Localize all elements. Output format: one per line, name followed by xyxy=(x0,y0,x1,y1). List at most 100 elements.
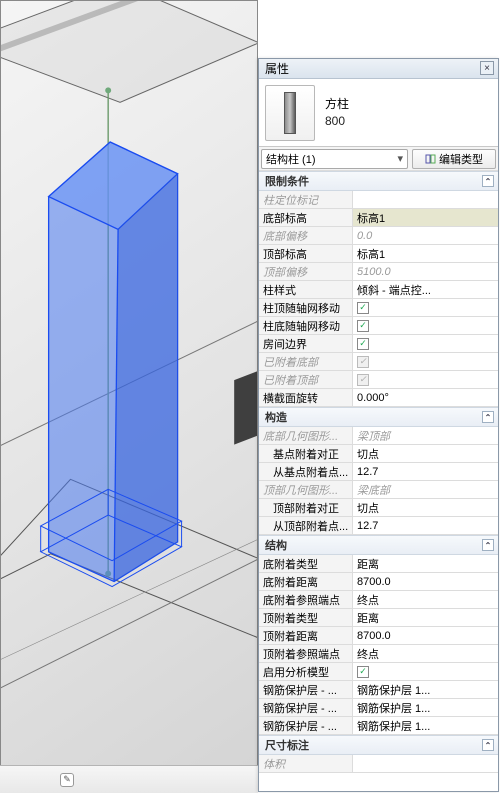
properties-title-text: 属性 xyxy=(265,60,289,77)
group-header-label: 限制条件 xyxy=(265,173,309,189)
property-value[interactable]: 倾斜 - 端点控... xyxy=(353,281,498,298)
category-dropdown[interactable]: 结构柱 (1) xyxy=(261,149,408,169)
property-row: 柱底随轴网移动✓ xyxy=(259,317,498,335)
property-label: 柱定位标记 xyxy=(259,191,353,208)
property-value xyxy=(353,191,498,208)
property-row: 柱定位标记 xyxy=(259,191,498,209)
property-label: 已附着顶部 xyxy=(259,371,353,388)
collapse-icon[interactable]: ⌃ xyxy=(482,539,494,551)
property-row: 柱样式倾斜 - 端点控... xyxy=(259,281,498,299)
property-label: 基点附着对正 xyxy=(259,445,353,462)
property-label: 底附着参照端点 xyxy=(259,591,353,608)
checkbox[interactable]: ✓ xyxy=(357,338,369,350)
property-value[interactable]: 12.7 xyxy=(353,463,498,480)
checkbox[interactable]: ✓ xyxy=(357,302,369,314)
property-value xyxy=(353,755,498,772)
status-icon[interactable] xyxy=(60,773,74,787)
property-row: 顶部标高标高1 xyxy=(259,245,498,263)
property-label: 顶附着类型 xyxy=(259,609,353,626)
checkbox: ✓ xyxy=(357,374,369,386)
property-label: 启用分析模型 xyxy=(259,663,353,680)
property-value[interactable]: ✓ xyxy=(353,663,498,680)
checkbox[interactable]: ✓ xyxy=(357,666,369,678)
property-value[interactable]: 12.7 xyxy=(353,517,498,534)
property-row: 顶部附着对正切点 xyxy=(259,499,498,517)
property-label: 底附着类型 xyxy=(259,555,353,572)
status-bar xyxy=(0,765,258,793)
property-row: 钢筋保护层 - ...钢筋保护层 1... xyxy=(259,681,498,699)
group-header[interactable]: 构造 ⌃ xyxy=(259,407,498,427)
close-button[interactable]: × xyxy=(480,61,494,75)
property-row: 底部标高标高1 xyxy=(259,209,498,227)
property-value: 梁底部 xyxy=(353,481,498,498)
category-row: 结构柱 (1) 编辑类型 xyxy=(259,147,498,171)
property-value: ✓ xyxy=(353,353,498,370)
property-value[interactable]: 距离 xyxy=(353,609,498,626)
property-value: 5100.0 xyxy=(353,263,498,280)
property-value[interactable]: 标高1 xyxy=(353,209,498,226)
property-row: 从基点附着点...12.7 xyxy=(259,463,498,481)
property-value[interactable]: 距离 xyxy=(353,555,498,572)
property-value[interactable]: 钢筋保护层 1... xyxy=(353,717,498,734)
property-row: 顶部偏移5100.0 xyxy=(259,263,498,281)
property-row: 顶附着距离8700.0 xyxy=(259,627,498,645)
property-row: 横截面旋转0.000° xyxy=(259,389,498,407)
type-text: 方柱 800 xyxy=(325,96,349,130)
edit-type-label: 编辑类型 xyxy=(439,151,483,167)
property-value[interactable]: 终点 xyxy=(353,645,498,662)
edit-type-icon xyxy=(425,153,437,165)
type-selector[interactable]: 方柱 800 xyxy=(259,79,498,147)
family-name: 方柱 xyxy=(325,96,349,113)
property-value[interactable]: ✓ xyxy=(353,299,498,316)
property-row: 顶部几何图形...梁底部 xyxy=(259,481,498,499)
property-label: 底部偏移 xyxy=(259,227,353,244)
property-value[interactable]: ✓ xyxy=(353,317,498,334)
property-label: 横截面旋转 xyxy=(259,389,353,406)
category-dropdown-label: 结构柱 (1) xyxy=(266,151,316,167)
property-label: 底部标高 xyxy=(259,209,353,226)
property-label: 顶部偏移 xyxy=(259,263,353,280)
properties-grid[interactable]: 限制条件⌃柱定位标记底部标高标高1底部偏移0.0顶部标高标高1顶部偏移5100.… xyxy=(259,171,498,791)
group-header[interactable]: 尺寸标注 ⌃ xyxy=(259,735,498,755)
properties-title-bar[interactable]: 属性 × xyxy=(259,59,498,79)
model-viewport[interactable] xyxy=(0,0,258,793)
group-header-label: 构造 xyxy=(265,409,287,425)
property-label: 从基点附着点... xyxy=(259,463,353,480)
property-row: 底附着类型距离 xyxy=(259,555,498,573)
property-value[interactable]: 切点 xyxy=(353,445,498,462)
property-value[interactable]: 钢筋保护层 1... xyxy=(353,681,498,698)
property-value: ✓ xyxy=(353,371,498,388)
collapse-icon[interactable]: ⌃ xyxy=(482,411,494,423)
viewport-canvas xyxy=(1,1,257,792)
property-value[interactable]: 0.000° xyxy=(353,389,498,406)
property-label: 钢筋保护层 - ... xyxy=(259,717,353,734)
group-header[interactable]: 结构 ⌃ xyxy=(259,535,498,555)
group-header[interactable]: 限制条件 ⌃ xyxy=(259,171,498,191)
property-value[interactable]: 钢筋保护层 1... xyxy=(353,699,498,716)
group-header-label: 结构 xyxy=(265,537,287,553)
property-value[interactable]: 终点 xyxy=(353,591,498,608)
property-label: 底部几何图形... xyxy=(259,427,353,444)
property-label: 钢筋保护层 - ... xyxy=(259,699,353,716)
property-value[interactable]: ✓ xyxy=(353,335,498,352)
property-row: 顶附着类型距离 xyxy=(259,609,498,627)
property-row: 底部几何图形...梁顶部 xyxy=(259,427,498,445)
properties-panel: 属性 × 方柱 800 结构柱 (1) 编辑类型 限制条件⌃柱定位标记底部标高标… xyxy=(258,58,499,792)
property-label: 顶附着参照端点 xyxy=(259,645,353,662)
property-row: 启用分析模型 ✓ xyxy=(259,663,498,681)
property-value[interactable]: 标高1 xyxy=(353,245,498,262)
edit-type-button[interactable]: 编辑类型 xyxy=(412,149,496,169)
property-label: 已附着底部 xyxy=(259,353,353,370)
property-value[interactable]: 切点 xyxy=(353,499,498,516)
property-row: 钢筋保护层 - ...钢筋保护层 1... xyxy=(259,717,498,735)
checkbox[interactable]: ✓ xyxy=(357,320,369,332)
collapse-icon[interactable]: ⌃ xyxy=(482,175,494,187)
type-thumbnail xyxy=(265,85,315,141)
collapse-icon[interactable]: ⌃ xyxy=(482,739,494,751)
property-row: 底附着距离8700.0 xyxy=(259,573,498,591)
property-label: 柱顶随轴网移动 xyxy=(259,299,353,316)
group-header-label: 尺寸标注 xyxy=(265,737,309,753)
property-value[interactable]: 8700.0 xyxy=(353,573,498,590)
property-row: 基点附着对正切点 xyxy=(259,445,498,463)
property-value[interactable]: 8700.0 xyxy=(353,627,498,644)
